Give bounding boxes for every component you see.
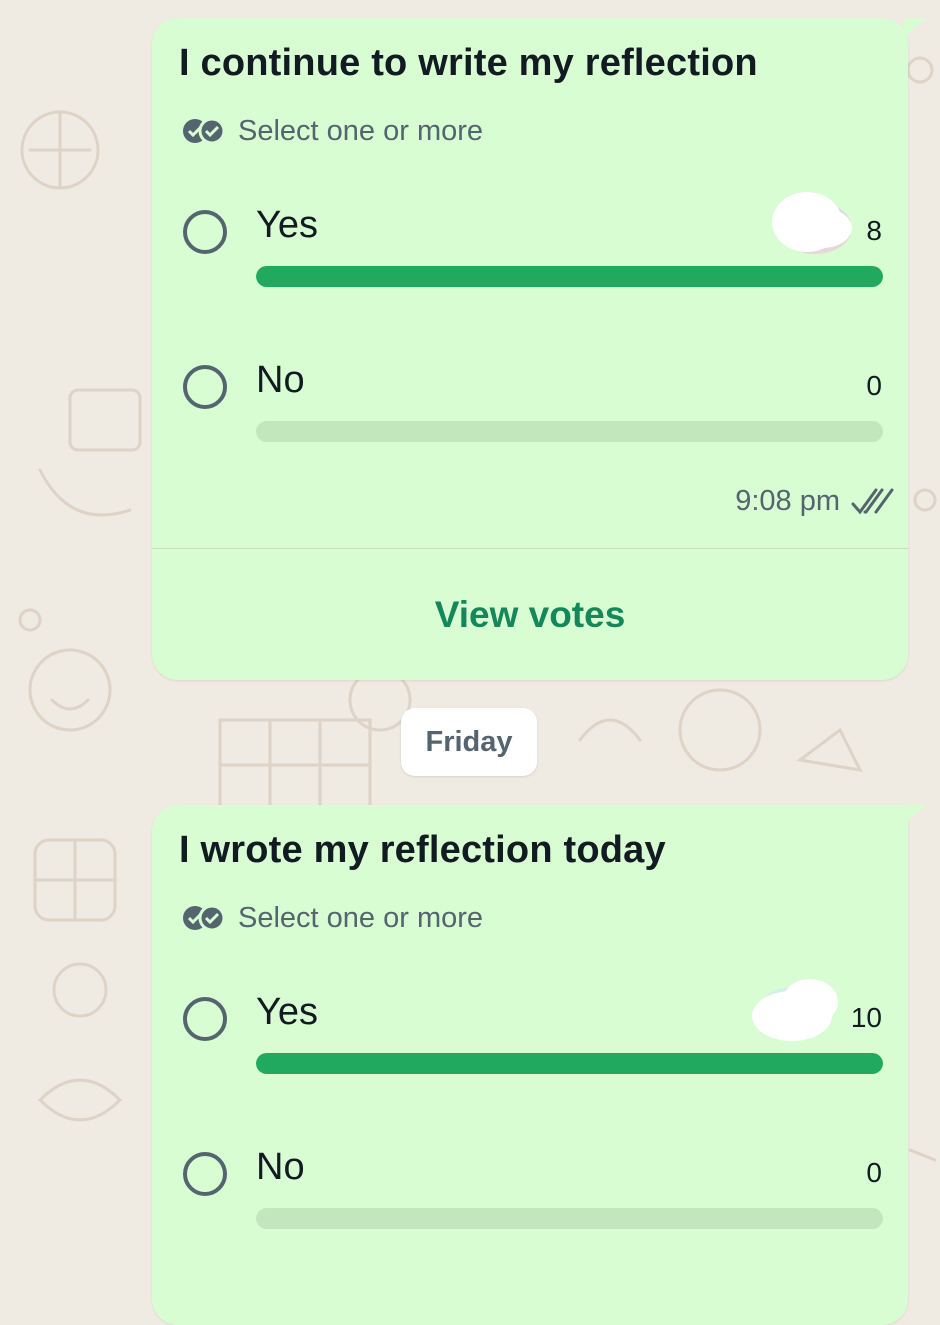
voter-avatars [770,192,860,256]
select-hint-text: Select one or more [238,901,484,934]
option-vote-count: 0 [866,1157,882,1188]
bubble-tail [904,805,926,825]
bubble-tail [904,18,926,38]
double-check-icon [851,488,894,514]
select-hint: Select one or more [182,902,483,934]
message-meta: 9:08 pm [735,485,894,518]
date-separator: Friday [401,708,537,776]
voter-avatars [752,979,842,1043]
multi-select-icon [183,117,226,145]
vote-progress-bar [256,266,883,287]
vote-progress-bar [256,421,883,442]
poll-message-bubble: I wrote my reflection today Select one o… [152,805,926,1325]
option-label: No [256,1146,305,1188]
message-time: 9:08 pm [735,485,840,517]
poll-option-yes[interactable]: Yes 8 [152,192,908,320]
option-radio[interactable] [183,997,227,1041]
multi-select-icon [183,904,226,932]
option-label: Yes [256,991,318,1033]
option-radio[interactable] [183,365,227,409]
view-votes-button[interactable]: View votes [152,549,908,680]
option-vote-count: 0 [866,370,882,401]
option-label: Yes [256,204,318,246]
poll-message-bubble: I continue to write my reflection Select… [152,18,926,680]
option-radio[interactable] [183,1152,227,1196]
select-hint: Select one or more [182,115,483,147]
poll-option-no[interactable]: No 0 [152,359,908,475]
vote-progress-fill [256,266,883,287]
select-hint-text: Select one or more [238,114,484,147]
vote-progress-bar [256,1053,883,1074]
poll-option-no[interactable]: No 0 [152,1146,908,1262]
option-label: No [256,359,305,401]
poll-question: I wrote my reflection today [179,829,666,871]
option-vote-count: 10 [850,1002,882,1033]
vote-progress-fill [256,1053,883,1074]
vote-progress-bar [256,1208,883,1229]
option-radio[interactable] [183,210,227,254]
poll-option-yes[interactable]: Yes 10 [152,979,908,1107]
option-vote-count: 8 [866,215,882,246]
poll-question: I continue to write my reflection [179,42,758,84]
